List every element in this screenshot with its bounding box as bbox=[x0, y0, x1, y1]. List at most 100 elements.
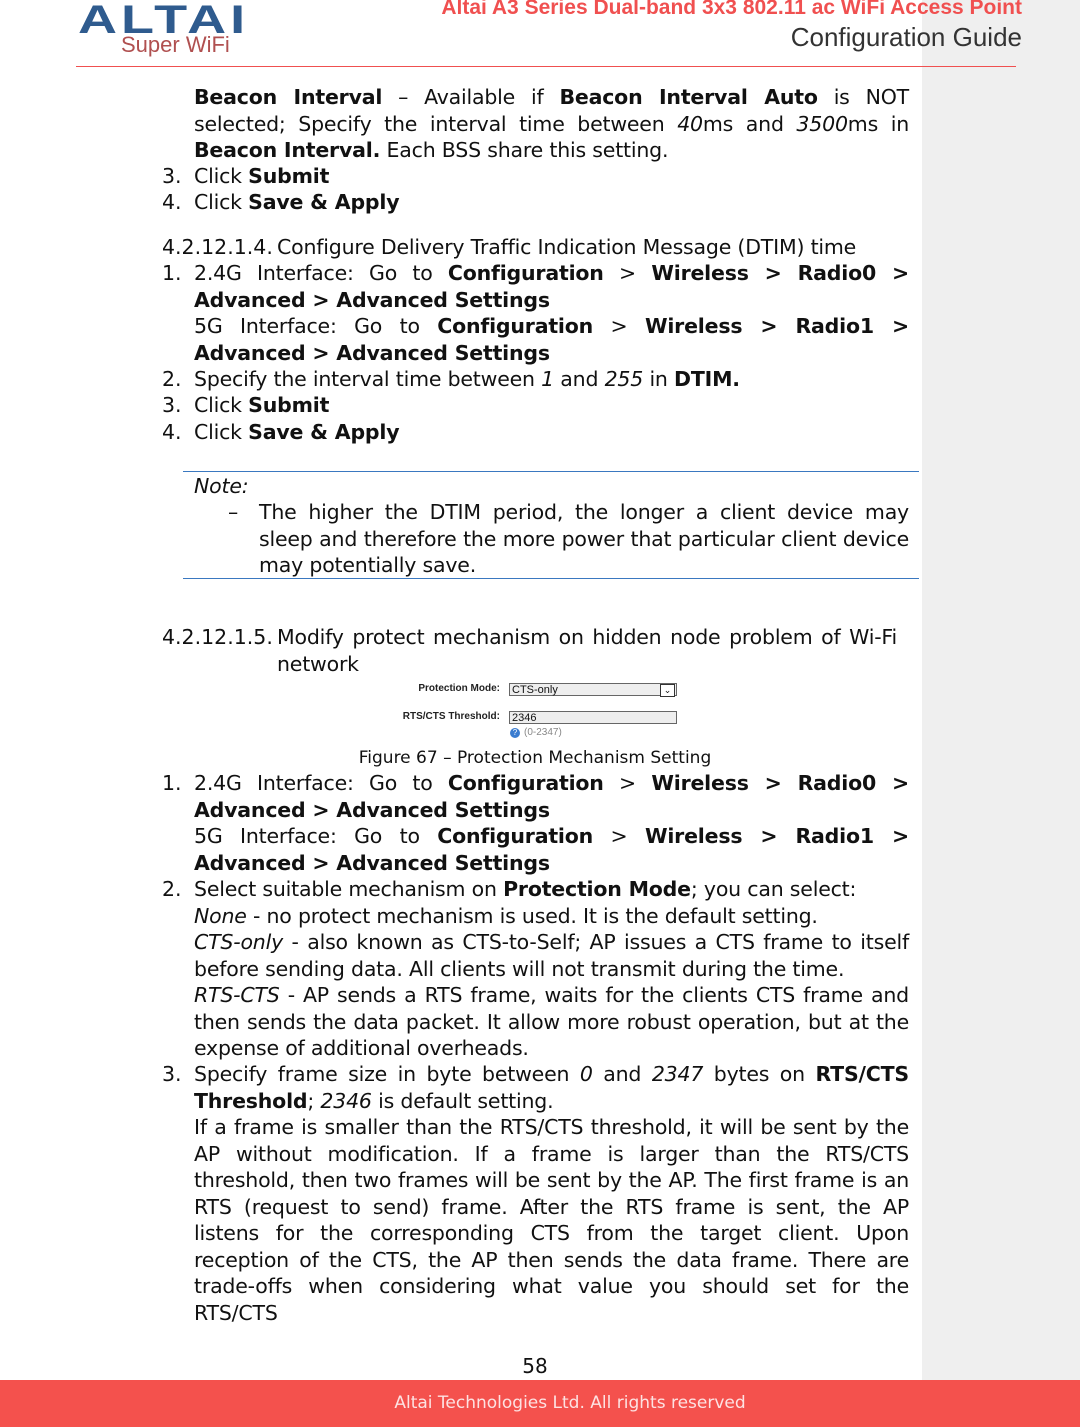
text-run: 2347 bbox=[651, 1062, 704, 1086]
text-run: 5G Interface: Go to bbox=[194, 314, 438, 338]
text-run: and bbox=[553, 367, 605, 391]
list-number: 4. bbox=[162, 420, 182, 444]
text-run: The higher the DTIM period, the longer a… bbox=[259, 500, 909, 577]
text-run: CTS-only bbox=[194, 930, 284, 954]
text-run: Configuration bbox=[437, 314, 594, 338]
text-run: Click bbox=[194, 190, 249, 214]
opt-cts: CTS-only - also known as CTS-to-Self; AP… bbox=[194, 929, 909, 982]
text-run: Save & Apply bbox=[248, 420, 400, 444]
note-top-rule bbox=[183, 471, 919, 472]
text-run: If a frame is smaller than the RTS/CTS t… bbox=[194, 1115, 909, 1325]
prot-step-1: 2.4G Interface: Go to Configuration > Wi… bbox=[194, 770, 909, 823]
rts-threshold-input[interactable]: 2346 bbox=[509, 711, 677, 724]
text-run: Specify frame size in byte between bbox=[194, 1062, 580, 1086]
text-run: Specify the interval time between bbox=[194, 367, 542, 391]
step-4a: Click Save & Apply bbox=[194, 189, 909, 216]
text-run: Note: bbox=[194, 474, 249, 498]
footer-text: Altai Technologies Ltd. All rights reser… bbox=[394, 1393, 746, 1413]
rts-threshold-label: RTS/CTS Threshold: bbox=[402, 711, 500, 722]
text-run: Beacon Interval bbox=[194, 85, 383, 109]
text-run: - AP sends a RTS frame, waits for the cl… bbox=[194, 983, 909, 1060]
text-run: 2346 bbox=[320, 1088, 372, 1113]
list-number: 4. bbox=[162, 190, 182, 214]
page-number: 58 bbox=[522, 1354, 548, 1378]
opt-none: None - no protect mechanism is used. It … bbox=[194, 903, 909, 930]
text-run: 255 bbox=[604, 367, 644, 391]
text-run: Each BSS share this setting. bbox=[380, 138, 669, 162]
text-run: ms and bbox=[702, 111, 797, 136]
text-run: > bbox=[603, 261, 652, 285]
prot-step-1-5g: 5G Interface: Go to Configuration > Wire… bbox=[194, 823, 909, 876]
text-run: - no protect mechanism is used. It is th… bbox=[246, 904, 818, 928]
text-run: Beacon Interval. bbox=[194, 138, 381, 162]
prot-step-2: Select suitable mechanism on Protection … bbox=[194, 876, 909, 903]
rts-range-text: (0-2347) bbox=[524, 727, 562, 738]
list-number: – bbox=[228, 500, 239, 524]
text-run: and bbox=[592, 1062, 652, 1086]
rts-explain: If a frame is smaller than the RTS/CTS t… bbox=[194, 1114, 909, 1326]
text-run: in bbox=[643, 367, 675, 391]
list-number: 3. bbox=[162, 393, 182, 417]
text-run: Configuration bbox=[437, 824, 594, 848]
heading-dtim: Configure Delivery Traffic Indication Me… bbox=[277, 234, 977, 261]
help-icon[interactable]: ? bbox=[510, 728, 520, 738]
dtim-step-4: Click Save & Apply bbox=[194, 419, 909, 446]
altai-logo: ALTAI Super WiFi bbox=[78, 0, 245, 57]
list-number: 1. bbox=[162, 771, 182, 795]
rts-range-hint: ? (0-2347) bbox=[510, 727, 562, 738]
rts-threshold-value: 2346 bbox=[512, 712, 537, 724]
list-number: 4.2.12.1.4. bbox=[162, 235, 273, 259]
footer: Altai Technologies Ltd. All rights reser… bbox=[0, 1380, 1080, 1427]
text-run: – Available if bbox=[382, 85, 560, 109]
text-run: Click bbox=[194, 164, 249, 188]
prot-step-3: Specify frame size in byte between 0 and… bbox=[194, 1061, 909, 1114]
list-number: 2. bbox=[162, 367, 182, 391]
step-3a: Click Submit bbox=[194, 163, 909, 190]
note-text: The higher the DTIM period, the longer a… bbox=[259, 499, 909, 579]
list-number: 1. bbox=[162, 261, 182, 285]
text-run: Submit bbox=[248, 164, 330, 188]
text-run: 40 bbox=[677, 111, 703, 136]
text-run: Select suitable mechanism on bbox=[194, 877, 504, 901]
text-run: ms in bbox=[847, 111, 909, 136]
protection-mode-select[interactable]: CTS-only ⌄ bbox=[509, 683, 677, 697]
note-label: Note: bbox=[194, 473, 494, 500]
text-run: > bbox=[593, 314, 645, 338]
text-run: 0 bbox=[579, 1062, 593, 1086]
chevron-down-icon[interactable]: ⌄ bbox=[660, 684, 675, 697]
logo-subtext: Super WiFi bbox=[121, 32, 230, 57]
text-run: Click bbox=[194, 393, 249, 417]
list-number: 3. bbox=[162, 1062, 182, 1086]
text-run: None bbox=[194, 904, 247, 928]
text-run: ; you can select: bbox=[690, 877, 857, 901]
text-run: Configuration bbox=[447, 261, 604, 285]
text-run: 3500 bbox=[796, 111, 848, 136]
text-run: Modify protect mechanism on hidden node … bbox=[277, 625, 897, 676]
text-run: Protection Mode bbox=[503, 877, 691, 901]
opt-rts: RTS-CTS - AP sends a RTS frame, waits fo… bbox=[194, 982, 909, 1062]
figure-caption: Figure 67 – Protection Mechanism Setting bbox=[358, 748, 712, 768]
protection-mode-label: Protection Mode: bbox=[418, 683, 500, 694]
text-run: 2.4G Interface: Go to bbox=[194, 261, 448, 285]
heading-protect: Modify protect mechanism on hidden node … bbox=[277, 624, 897, 677]
text-run: ; bbox=[307, 1088, 321, 1113]
text-run: bytes on bbox=[703, 1062, 816, 1086]
text-run: Beacon Interval Auto bbox=[559, 85, 818, 109]
list-number: 3. bbox=[162, 164, 182, 188]
text-run: Configuration bbox=[447, 771, 604, 795]
text-run: 1 bbox=[541, 367, 554, 391]
doc-subtitle: Configuration Guide bbox=[790, 22, 1022, 52]
text-run: RTS-CTS bbox=[194, 983, 280, 1007]
text-run: > bbox=[593, 824, 645, 848]
text-run: Configure Delivery Traffic Indication Me… bbox=[277, 235, 857, 259]
text-run: > bbox=[603, 771, 652, 795]
text-run: 5G Interface: Go to bbox=[194, 824, 438, 848]
header-divider bbox=[76, 66, 1016, 67]
text-run: DTIM. bbox=[674, 367, 740, 391]
text-run: 2.4G Interface: Go to bbox=[194, 771, 448, 795]
protection-mechanism-figure: Protection Mode: CTS-only ⌄ RTS/CTS Thre… bbox=[390, 680, 690, 744]
text-run: Submit bbox=[248, 393, 330, 417]
text-run: Click bbox=[194, 420, 249, 444]
text-run: is default setting. bbox=[371, 1088, 554, 1113]
text-run: - also known as CTS-to-Self; AP issues a… bbox=[194, 930, 909, 981]
